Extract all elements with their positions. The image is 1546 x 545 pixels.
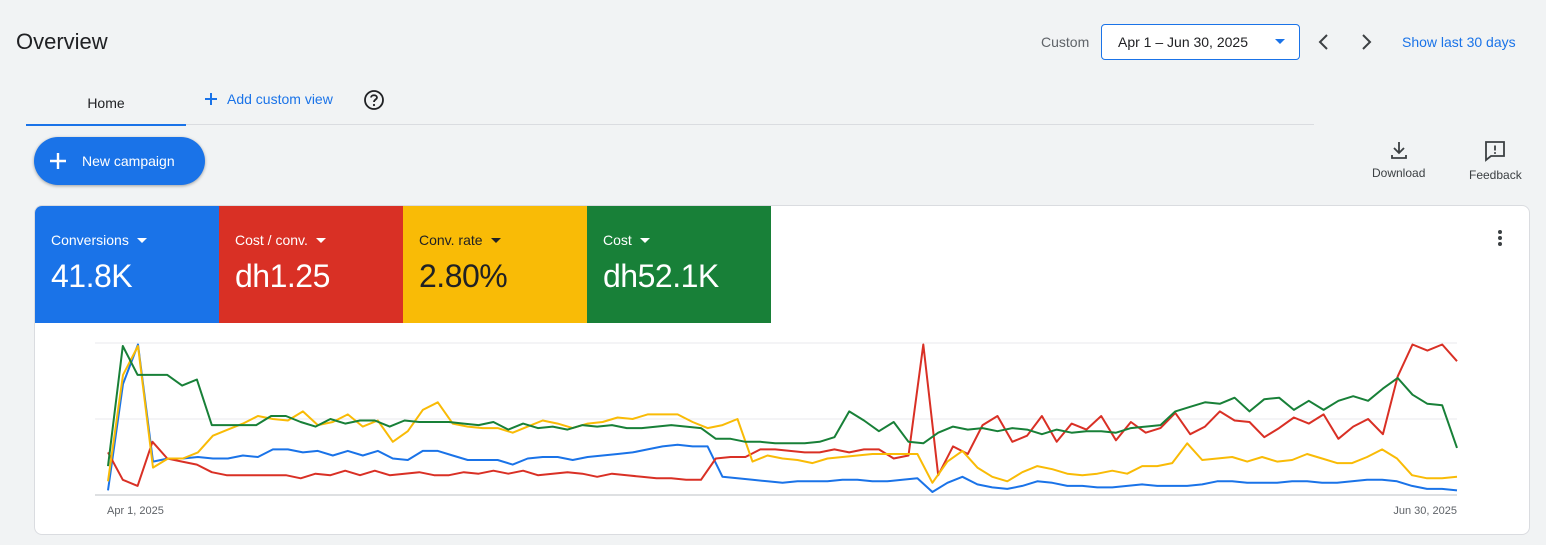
download-icon bbox=[1390, 142, 1407, 159]
performance-line-chart: Apr 1, 2025 Jun 30, 2025 bbox=[95, 342, 1458, 517]
plus-icon bbox=[205, 93, 217, 105]
series-line-conv-rate bbox=[107, 345, 1458, 484]
show-last-30-days-link[interactable]: Show last 30 days bbox=[1402, 34, 1516, 50]
download-button[interactable]: Download bbox=[1372, 140, 1425, 180]
new-campaign-button[interactable]: New campaign bbox=[34, 137, 205, 185]
chevron-right-icon bbox=[1362, 34, 1372, 50]
tabs-divider bbox=[26, 124, 1314, 125]
previous-period-button[interactable] bbox=[1312, 30, 1336, 54]
date-range-select[interactable]: Apr 1 – Jun 30, 2025 bbox=[1101, 24, 1300, 60]
tab-home-label: Home bbox=[87, 94, 125, 111]
feedback-icon bbox=[1485, 141, 1506, 162]
help-icon[interactable] bbox=[363, 89, 385, 111]
chevron-left-icon bbox=[1318, 34, 1328, 50]
next-period-button[interactable] bbox=[1354, 30, 1378, 54]
download-label: Download bbox=[1372, 166, 1426, 180]
new-campaign-label: New campaign bbox=[82, 153, 175, 169]
x-axis-end-label: Jun 30, 2025 bbox=[1393, 505, 1457, 517]
plus-icon bbox=[50, 153, 66, 169]
series-line-cost-conv bbox=[107, 343, 1458, 487]
custom-label: Custom bbox=[1041, 34, 1090, 50]
add-custom-view-label: Add custom view bbox=[227, 91, 333, 107]
feedback-label: Feedback bbox=[1469, 168, 1522, 182]
date-range-value: Apr 1 – Jun 30, 2025 bbox=[1118, 34, 1248, 50]
add-custom-view-button[interactable]: Add custom view bbox=[203, 91, 333, 107]
page-title: Overview bbox=[16, 29, 108, 54]
tab-home[interactable]: Home bbox=[26, 80, 186, 126]
dropdown-arrow-icon bbox=[1275, 39, 1285, 44]
performance-card: Conversions 41.8K Cost / conv. dh1.25 Co… bbox=[34, 205, 1530, 535]
feedback-button[interactable]: Feedback bbox=[1469, 140, 1522, 182]
series-line-cost bbox=[107, 345, 1458, 467]
x-axis-start-label: Apr 1, 2025 bbox=[107, 505, 164, 517]
